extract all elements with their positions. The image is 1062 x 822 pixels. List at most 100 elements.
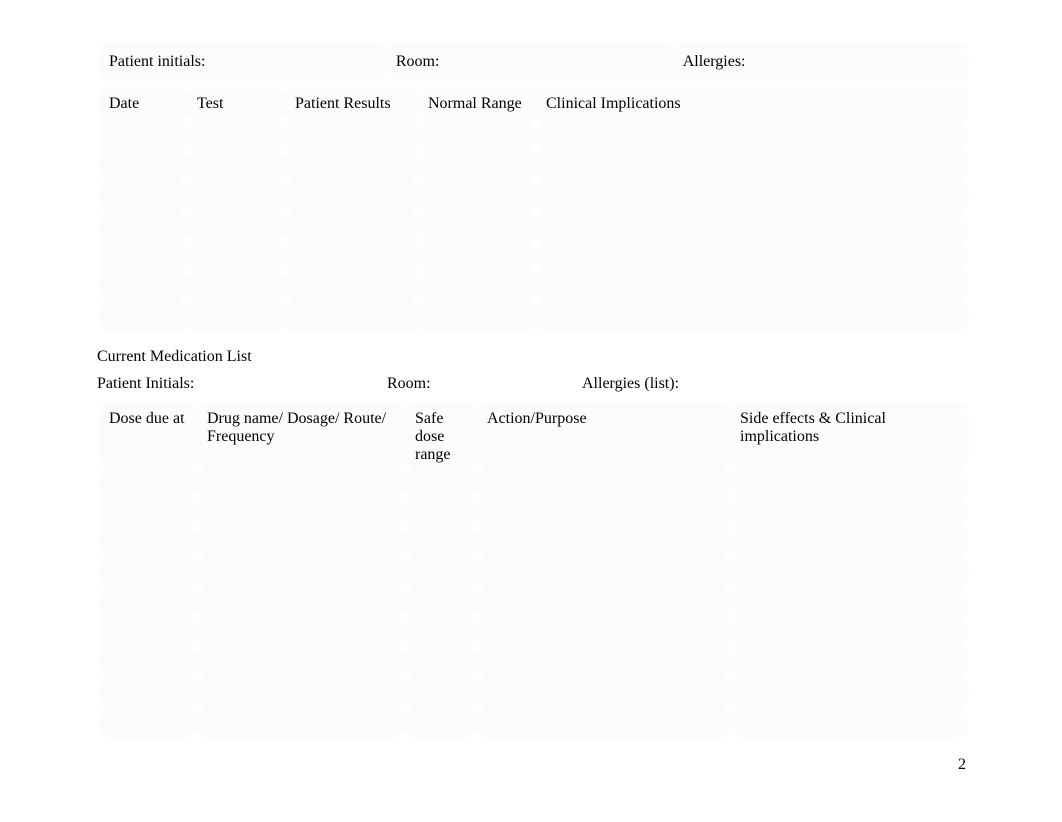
meds-allergies-cell[interactable]: Allergies (list): bbox=[582, 368, 862, 400]
allergies-cell[interactable]: Allergies: bbox=[677, 46, 964, 78]
meds-cell[interactable] bbox=[409, 590, 473, 614]
table-row bbox=[103, 530, 964, 554]
meds-cell[interactable] bbox=[409, 500, 473, 524]
table-row bbox=[103, 590, 964, 614]
labs-cell[interactable] bbox=[103, 124, 183, 148]
meds-cell[interactable] bbox=[734, 710, 964, 734]
meds-cell[interactable] bbox=[734, 560, 964, 584]
labs-cell[interactable] bbox=[422, 304, 532, 328]
meds-cell[interactable] bbox=[103, 560, 193, 584]
meds-cell[interactable] bbox=[734, 680, 964, 704]
meds-cell[interactable] bbox=[201, 530, 401, 554]
meds-cell[interactable] bbox=[103, 710, 193, 734]
meds-cell[interactable] bbox=[201, 620, 401, 644]
meds-cell[interactable] bbox=[409, 710, 473, 734]
table-row bbox=[103, 560, 964, 584]
labs-cell[interactable] bbox=[540, 214, 964, 238]
meds-cell[interactable] bbox=[734, 500, 964, 524]
labs-cell[interactable] bbox=[540, 274, 964, 298]
meds-cell[interactable] bbox=[734, 620, 964, 644]
labs-cell[interactable] bbox=[422, 214, 532, 238]
labs-cell[interactable] bbox=[191, 214, 281, 238]
labs-cell[interactable] bbox=[540, 244, 964, 268]
meds-cell[interactable] bbox=[481, 680, 726, 704]
meds-cell[interactable] bbox=[201, 590, 401, 614]
page-number: 2 bbox=[958, 756, 966, 774]
meds-cell[interactable] bbox=[481, 470, 726, 494]
table-row bbox=[103, 470, 964, 494]
labs-cell[interactable] bbox=[422, 184, 532, 208]
meds-cell[interactable] bbox=[734, 530, 964, 554]
meds-cell[interactable] bbox=[481, 590, 726, 614]
meds-cell[interactable] bbox=[409, 530, 473, 554]
meds-cell[interactable] bbox=[409, 560, 473, 584]
meds-cell[interactable] bbox=[201, 680, 401, 704]
labs-cell[interactable] bbox=[289, 214, 414, 238]
labs-cell[interactable] bbox=[540, 184, 964, 208]
labs-cell[interactable] bbox=[103, 214, 183, 238]
labs-cell[interactable] bbox=[289, 304, 414, 328]
meds-cell[interactable] bbox=[103, 680, 193, 704]
table-row bbox=[103, 274, 964, 298]
meds-cell[interactable] bbox=[103, 500, 193, 524]
labs-cell[interactable] bbox=[103, 154, 183, 178]
meds-header-drug: Drug name/ Dosage/ Route/ Frequency bbox=[201, 406, 401, 464]
labs-cell[interactable] bbox=[191, 184, 281, 208]
meds-cell[interactable] bbox=[734, 650, 964, 674]
meds-initials-cell[interactable]: Patient Initials: bbox=[97, 368, 387, 400]
labs-cell[interactable] bbox=[191, 244, 281, 268]
labs-cell[interactable] bbox=[103, 184, 183, 208]
labs-cell[interactable] bbox=[422, 274, 532, 298]
labs-cell[interactable] bbox=[191, 274, 281, 298]
labs-cell[interactable] bbox=[289, 124, 414, 148]
labs-cell[interactable] bbox=[103, 244, 183, 268]
meds-cell[interactable] bbox=[201, 470, 401, 494]
meds-cell[interactable] bbox=[734, 470, 964, 494]
labs-cell[interactable] bbox=[191, 124, 281, 148]
meds-header-safe-range: Safe dose range bbox=[409, 406, 473, 464]
labs-cell[interactable] bbox=[422, 244, 532, 268]
labs-cell[interactable] bbox=[422, 124, 532, 148]
room-cell[interactable]: Room: bbox=[390, 46, 669, 78]
labs-cell[interactable] bbox=[103, 304, 183, 328]
meds-cell[interactable] bbox=[481, 500, 726, 524]
meds-cell[interactable] bbox=[103, 650, 193, 674]
meds-cell[interactable] bbox=[103, 470, 193, 494]
meds-table: Dose due at Drug name/ Dosage/ Route/ Fr… bbox=[95, 400, 972, 740]
meds-cell[interactable] bbox=[201, 650, 401, 674]
patient-info-table-2: Patient Initials: Room: Allergies (list)… bbox=[97, 368, 862, 400]
meds-cell[interactable] bbox=[481, 620, 726, 644]
meds-cell[interactable] bbox=[481, 650, 726, 674]
table-row bbox=[103, 680, 964, 704]
labs-cell[interactable] bbox=[191, 304, 281, 328]
labs-header-date: Date bbox=[103, 90, 183, 118]
labs-cell[interactable] bbox=[540, 124, 964, 148]
meds-cell[interactable] bbox=[734, 590, 964, 614]
meds-cell[interactable] bbox=[481, 710, 726, 734]
meds-cell[interactable] bbox=[481, 560, 726, 584]
labs-cell[interactable] bbox=[103, 274, 183, 298]
meds-cell[interactable] bbox=[103, 530, 193, 554]
meds-cell[interactable] bbox=[103, 590, 193, 614]
meds-cell[interactable] bbox=[201, 710, 401, 734]
meds-cell[interactable] bbox=[103, 620, 193, 644]
labs-cell[interactable] bbox=[289, 274, 414, 298]
labs-cell[interactable] bbox=[540, 304, 964, 328]
meds-header-row: Dose due at Drug name/ Dosage/ Route/ Fr… bbox=[103, 406, 964, 464]
labs-cell[interactable] bbox=[289, 154, 414, 178]
labs-cell[interactable] bbox=[422, 154, 532, 178]
meds-cell[interactable] bbox=[409, 650, 473, 674]
labs-cell[interactable] bbox=[289, 184, 414, 208]
labs-cell[interactable] bbox=[191, 154, 281, 178]
meds-cell[interactable] bbox=[409, 470, 473, 494]
labs-cell[interactable] bbox=[540, 154, 964, 178]
patient-initials-cell[interactable]: Patient initials: bbox=[103, 46, 382, 78]
meds-section-title: Current Medication List bbox=[97, 348, 972, 366]
meds-room-cell[interactable]: Room: bbox=[387, 368, 582, 400]
meds-cell[interactable] bbox=[409, 620, 473, 644]
meds-cell[interactable] bbox=[201, 500, 401, 524]
meds-cell[interactable] bbox=[201, 560, 401, 584]
labs-cell[interactable] bbox=[289, 244, 414, 268]
meds-cell[interactable] bbox=[481, 530, 726, 554]
meds-cell[interactable] bbox=[409, 680, 473, 704]
